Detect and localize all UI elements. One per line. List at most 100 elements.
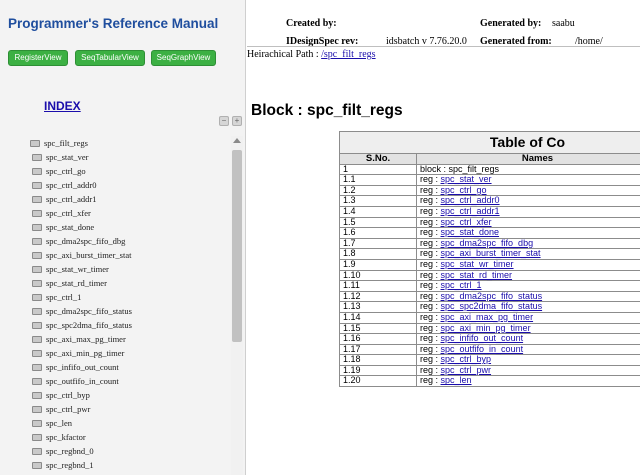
seq-graph-view-button[interactable]: SeqGraphView: [151, 50, 216, 66]
tree-node[interactable]: spc_len: [30, 416, 230, 430]
toc-name-cell: reg : spc_ctrl_pwr: [416, 364, 640, 377]
toc-register-link[interactable]: spc_spc2dma_fifo_status: [441, 301, 543, 312]
toc-kind-label: reg :: [420, 364, 441, 375]
toc-block-name: spc_filt_regs: [448, 163, 500, 174]
seq-tabular-view-button[interactable]: SeqTabularView: [75, 50, 145, 66]
tree-node[interactable]: spc_dma2spc_fifo_dbg: [30, 234, 230, 248]
tree-children: spc_stat_ver spc_ctrl_go spc_ctrl_addr0spc…: [30, 150, 230, 472]
toc-register-link[interactable]: spc_len: [441, 375, 472, 386]
toc-register-link[interactable]: spc_ctrl_xfer: [441, 217, 492, 227]
tree-node[interactable]: spc_outfifo_in_count: [30, 374, 230, 388]
toc-kind-label: reg :: [420, 227, 441, 238]
navigation-pane: Programmer's Reference Manual RegisterVi…: [0, 0, 246, 475]
toc-name-cell: reg : spc_axi_max_pg_timer: [416, 311, 640, 324]
toc-sno-cell: 1.12: [339, 290, 417, 303]
toc-name-cell: reg : spc_dma2spc_fifo_status: [416, 290, 640, 303]
tree-node-label: spc_stat_rd_timer: [46, 278, 107, 288]
tree-node[interactable]: spc_axi_max_pg_timer: [30, 332, 230, 346]
tree-node[interactable]: spc_stat_ver: [30, 150, 230, 164]
tree-node[interactable]: spc_ctrl_pwr: [30, 402, 230, 416]
toc-register-link[interactable]: spc_stat_done: [441, 227, 500, 237]
register-icon: [32, 363, 42, 371]
tree-node[interactable]: spc_infifo_out_count: [30, 360, 230, 374]
table-row: 1.8 reg : spc_axi_burst_timer_stat: [339, 248, 640, 260]
tree-node[interactable]: spc_ctrl_xfer: [30, 206, 230, 220]
toc-sno-cell: 1.7: [339, 237, 417, 250]
tree-node[interactable]: spc_ctrl_addr1: [30, 192, 230, 206]
toc-sno-cell: 1.1: [339, 174, 417, 186]
toc-register-link[interactable]: spc_ctrl_addr0: [441, 195, 500, 206]
toc-kind-label: reg :: [420, 216, 441, 227]
tree-node[interactable]: spc_ctrl_byp: [30, 388, 230, 402]
register-icon: [32, 181, 42, 189]
register-icon: [32, 279, 42, 287]
tree-node[interactable]: spc_regbnd_0: [30, 444, 230, 458]
toc-register-link[interactable]: spc_outfifo_in_count: [441, 344, 524, 354]
tree-node[interactable]: spc_ctrl_addr0: [30, 178, 230, 192]
tree-node-label: spc_axi_max_pg_timer: [46, 334, 126, 344]
tree-node-label: spc_regbnd_1: [46, 460, 94, 470]
toc-register-link[interactable]: spc_stat_wr_timer: [441, 259, 514, 269]
table-row: 1.11 reg : spc_ctrl_1: [339, 280, 640, 292]
register-icon: [32, 461, 42, 469]
toc-register-link[interactable]: spc_ctrl_byp: [441, 354, 492, 364]
toc-body: 1 block : spc_filt_regs 1.1 reg : spc_stat_…: [339, 163, 640, 388]
register-icon: [32, 419, 42, 427]
tree-node[interactable]: spc_ctrl_go: [30, 164, 230, 178]
toc-register-link[interactable]: spc_axi_burst_timer_stat: [441, 248, 541, 259]
toc-register-link[interactable]: spc_infifo_out_count: [441, 333, 524, 343]
toc-register-link[interactable]: spc_dma2spc_fifo_status: [441, 291, 543, 301]
toc-kind-label: reg :: [420, 184, 441, 195]
tree-scrollbar[interactable]: [231, 136, 243, 475]
toc-sno-cell: 1: [339, 163, 417, 176]
toc-kind-label: reg :: [420, 375, 441, 386]
toc-register-link[interactable]: spc_stat_rd_timer: [441, 270, 513, 280]
toc-kind-label: reg :: [420, 311, 441, 322]
table-row: 1.10 reg : spc_stat_rd_timer: [339, 269, 640, 282]
header-divider: [247, 46, 640, 47]
table-row: 1.5 reg : spc_ctrl_xfer: [339, 216, 640, 229]
register-icon: [32, 209, 42, 217]
path-link[interactable]: /spc_filt_regs: [321, 49, 375, 60]
toc-register-link[interactable]: spc_axi_max_pg_timer: [441, 312, 534, 322]
tree-root-node[interactable]: spc_filt_regs: [30, 136, 230, 150]
toc-register-link[interactable]: spc_ctrl_1: [441, 280, 482, 290]
tree-node-label: spc_axi_min_pg_timer: [46, 348, 125, 358]
toc-register-link[interactable]: spc_ctrl_addr1: [441, 206, 500, 216]
tree-node[interactable]: spc_stat_done: [30, 220, 230, 234]
table-row: 1.12 reg : spc_dma2spc_fifo_status: [339, 290, 640, 303]
expand-all-icon[interactable]: +: [232, 116, 242, 126]
toc-sno-cell: 1.17: [339, 343, 417, 356]
tree-node[interactable]: spc_spc2dma_fifo_status: [30, 318, 230, 332]
tree-node[interactable]: spc_stat_rd_timer: [30, 276, 230, 290]
toc-register-link[interactable]: spc_ctrl_pwr: [441, 365, 492, 375]
toc-kind-label: reg :: [420, 301, 441, 312]
scroll-thumb[interactable]: [232, 150, 242, 342]
index-link[interactable]: INDEX: [44, 99, 81, 113]
toc-sno-cell: 1.16: [339, 333, 417, 345]
toc-name-cell: reg : spc_len: [416, 375, 640, 388]
tree-node-label: spc_ctrl_addr1: [46, 194, 97, 204]
toc-register-link[interactable]: spc_ctrl_go: [441, 185, 487, 195]
tree-node[interactable]: spc_axi_burst_timer_stat: [30, 248, 230, 262]
tree-node[interactable]: spc_regbnd_1: [30, 458, 230, 472]
collapse-all-icon[interactable]: −: [219, 116, 229, 126]
toc-name-cell: reg : spc_axi_min_pg_timer: [416, 322, 640, 335]
toc-sno-cell: 1.9: [339, 258, 417, 271]
tree-node[interactable]: spc_stat_wr_timer: [30, 262, 230, 276]
tree-node-label: spc_outfifo_in_count: [46, 376, 119, 386]
tree-node-label: spc_infifo_out_count: [46, 362, 119, 372]
scroll-up-arrow-icon[interactable]: [233, 138, 241, 143]
toc-register-link[interactable]: spc_dma2spc_fifo_dbg: [441, 238, 534, 248]
register-view-button[interactable]: RegisterView: [8, 50, 68, 66]
register-icon: [32, 251, 42, 259]
tree-node[interactable]: spc_kfactor: [30, 430, 230, 444]
tree-node[interactable]: spc_axi_min_pg_timer: [30, 346, 230, 360]
toc-register-link[interactable]: spc_stat_ver: [441, 174, 492, 184]
toc-kind-label: reg :: [420, 290, 441, 301]
toc-register-link[interactable]: spc_axi_min_pg_timer: [441, 323, 531, 333]
tree-node[interactable]: spc_ctrl_1: [30, 290, 230, 304]
tree-node[interactable]: spc_dma2spc_fifo_status: [30, 304, 230, 318]
table-row: 1.13 reg : spc_spc2dma_fifo_status: [339, 301, 640, 313]
toc-name-cell: reg : spc_dma2spc_fifo_dbg: [416, 237, 640, 250]
